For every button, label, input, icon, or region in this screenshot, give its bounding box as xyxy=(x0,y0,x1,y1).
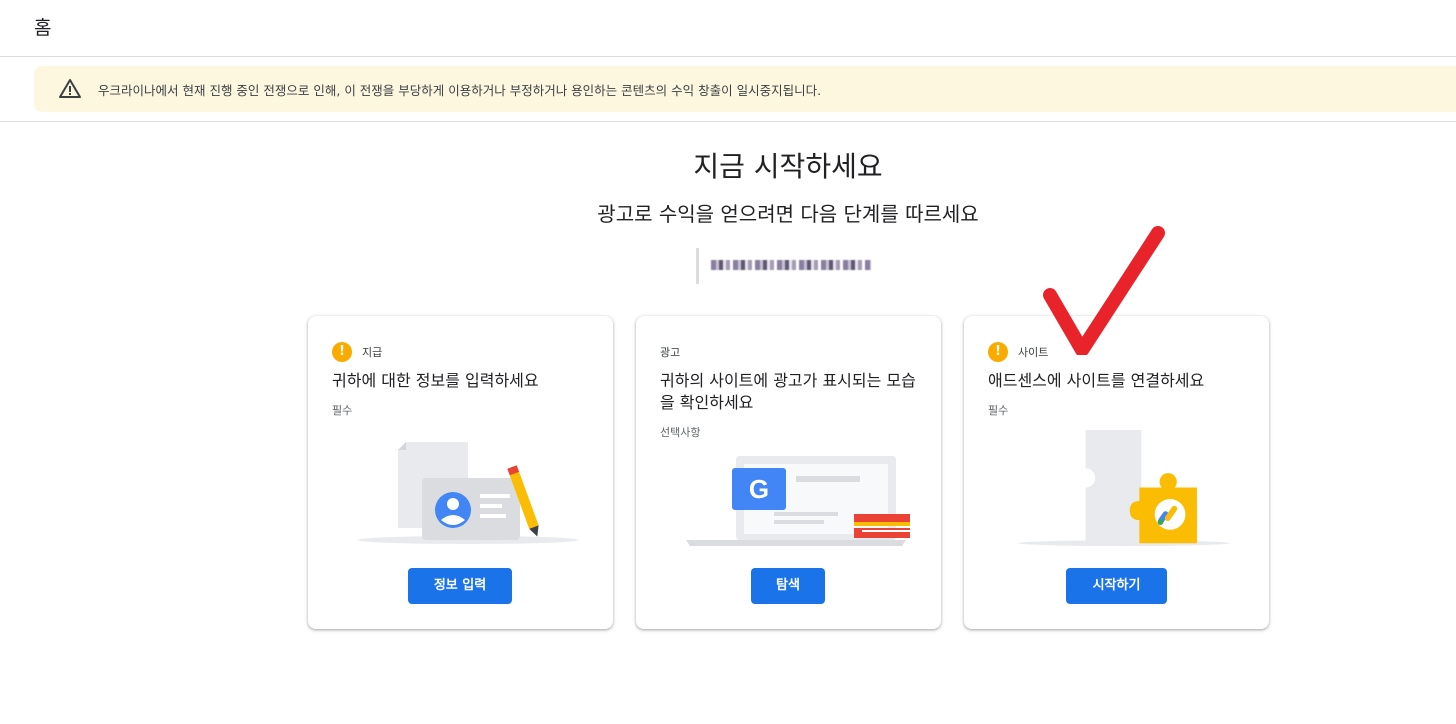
warning-triangle-icon xyxy=(59,79,81,98)
enter-info-button[interactable]: 정보 입력 xyxy=(408,568,512,604)
card-tag: ! 지급 xyxy=(332,342,382,362)
card-title: 애드센스에 사이트를 연결하세요 xyxy=(988,371,1205,390)
site-url-redacted xyxy=(696,248,886,284)
laptop-ads-illustration: G xyxy=(686,456,910,546)
red-checkmark-annotation xyxy=(1043,226,1165,355)
card-tag-label: 광고 xyxy=(660,346,681,359)
card-ads-preview: 광고 귀하의 사이트에 광고가 표시되는 모습을 확인하세요 선택사항 G 탐색 xyxy=(636,316,941,629)
main-subheading: 광고로 수익을 얻으려면 다음 단계를 따르세요 xyxy=(597,202,979,226)
card-requirement: 필수 xyxy=(988,404,1009,417)
svg-text:G: G xyxy=(749,474,769,504)
card-requirement: 선택사항 xyxy=(660,426,701,439)
get-started-button[interactable]: 시작하기 xyxy=(1066,568,1167,604)
card-payment-info: ! 지급 귀하에 대한 정보를 입력하세요 필수 정보 입력 xyxy=(308,316,613,629)
warning-banner: 우크라이나에서 현재 진행 중인 전쟁으로 인해, 이 전쟁을 부당하게 이용하… xyxy=(34,66,1456,112)
card-tag-label: 지급 xyxy=(362,346,383,359)
alert-icon: ! xyxy=(988,342,1008,362)
puzzle-adsense-illustration xyxy=(1018,429,1230,547)
card-site-connect: ! 사이트 애드센스에 사이트를 연결하세요 필수 시작하기 xyxy=(964,316,1269,629)
card-tag: 광고 xyxy=(660,342,680,362)
explore-button[interactable]: 탐색 xyxy=(751,568,825,604)
id-card-illustration xyxy=(358,442,578,544)
redacted-site-url xyxy=(711,260,871,270)
main-heading: 지금 시작하세요 xyxy=(693,150,883,183)
banner-message: 우크라이나에서 현재 진행 중인 전쟁으로 인해, 이 전쟁을 부당하게 이용하… xyxy=(98,83,822,98)
card-title: 귀하에 대한 정보를 입력하세요 xyxy=(332,371,539,390)
top-bar: 홈 xyxy=(0,0,1456,57)
alert-icon: ! xyxy=(332,342,352,362)
page-title: 홈 xyxy=(34,17,52,39)
card-requirement: 필수 xyxy=(332,404,353,417)
divider xyxy=(0,121,1456,122)
card-title: 귀하의 사이트에 광고가 표시되는 모습을 확인하세요 xyxy=(660,371,916,412)
